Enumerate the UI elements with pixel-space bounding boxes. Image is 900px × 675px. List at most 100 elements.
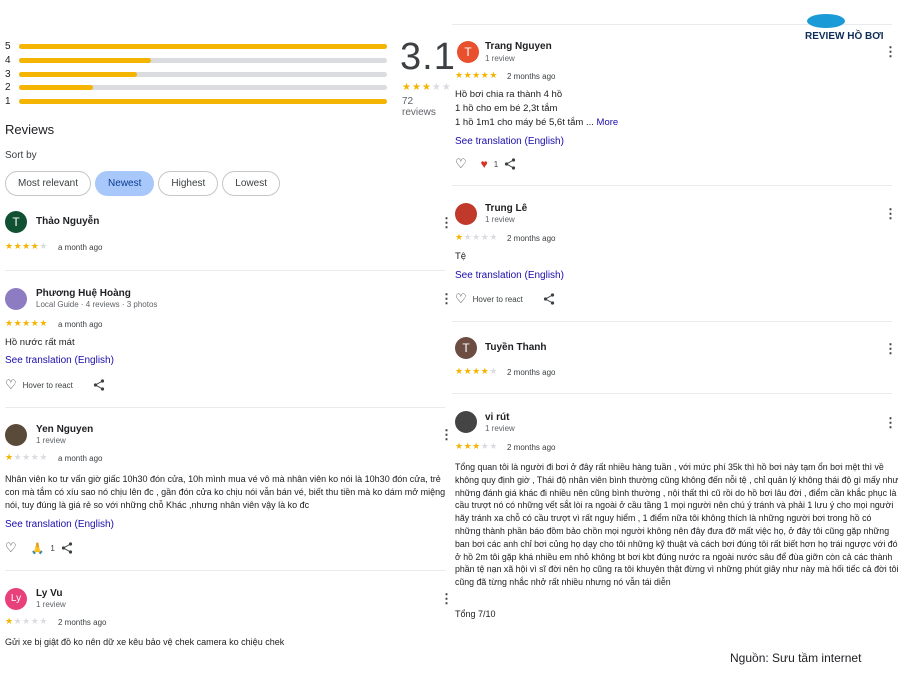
star-filled-icon: ★ bbox=[421, 82, 432, 93]
avatar[interactable]: T bbox=[455, 203, 477, 225]
review-stars: ★★★★★ bbox=[455, 70, 498, 81]
react-row: ♡ Hover to react bbox=[5, 377, 105, 393]
star-empty-icon: ★ bbox=[489, 441, 498, 451]
left-panel: 54321 3.1 ★★★★★ 72 reviews Reviews Sort … bbox=[0, 0, 455, 675]
review-count[interactable]: 72 reviews bbox=[402, 96, 448, 118]
review-date: 2 months ago bbox=[507, 443, 556, 452]
star-filled-icon: ★ bbox=[22, 318, 31, 328]
hover-to-react-label: Hover to react bbox=[22, 380, 73, 390]
reviewer-name[interactable]: vi rút bbox=[485, 412, 509, 423]
more-link[interactable]: More bbox=[597, 117, 619, 128]
sort-chip-newest[interactable]: Newest bbox=[95, 171, 155, 196]
histogram-row: 2 bbox=[5, 81, 387, 94]
more-options-icon[interactable]: ⋮ bbox=[884, 45, 897, 58]
share-icon[interactable] bbox=[61, 542, 73, 554]
avatar[interactable]: T bbox=[457, 41, 479, 63]
see-translation-link[interactable]: See translation (English) bbox=[5, 355, 114, 366]
star-filled-icon: ★ bbox=[455, 70, 464, 80]
star-empty-icon: ★ bbox=[22, 616, 31, 626]
sort-chip-lowest[interactable]: Lowest bbox=[222, 171, 280, 196]
heart-outline-icon[interactable]: ♡ bbox=[5, 540, 17, 556]
review-date: a month ago bbox=[58, 454, 103, 463]
review-ho-boi-logo: REVIEW HỒ BƠI bbox=[805, 14, 885, 44]
see-translation-link[interactable]: See translation (English) bbox=[455, 136, 564, 147]
heart-reaction-icon[interactable]: ♥ bbox=[481, 157, 488, 171]
heart-outline-icon[interactable]: ♡ bbox=[455, 291, 467, 307]
reaction-count: 1 bbox=[493, 159, 499, 169]
review-line: Hồ bơi chia ra thành 4 hồ bbox=[455, 89, 563, 100]
reviewer-name[interactable]: Phương Huệ Hoàng bbox=[36, 288, 131, 299]
avatar[interactable]: T bbox=[455, 337, 477, 359]
histogram-fill bbox=[19, 85, 93, 91]
star-filled-icon: ★ bbox=[5, 318, 14, 328]
histogram-label: 3 bbox=[5, 68, 11, 80]
review-date: 2 months ago bbox=[507, 234, 556, 243]
star-empty-icon: ★ bbox=[472, 232, 481, 242]
star-empty-icon: ★ bbox=[13, 616, 23, 626]
histogram-track bbox=[19, 57, 387, 63]
pray-reaction-icon[interactable]: 🙏 bbox=[31, 542, 45, 555]
review-footer: Tổng 7/10 bbox=[455, 609, 496, 619]
review-date: a month ago bbox=[58, 243, 103, 252]
histogram-row: 1 bbox=[5, 95, 387, 108]
review-line: 1 hồ cho em bé 2,3t tắm bbox=[455, 103, 558, 114]
share-icon[interactable] bbox=[504, 158, 516, 170]
heart-outline-icon[interactable]: ♡ bbox=[455, 156, 467, 172]
sort-chips: Most relevant Newest Highest Lowest bbox=[5, 171, 280, 196]
average-stars: ★★★★★ bbox=[402, 82, 452, 93]
see-translation-link[interactable]: See translation (English) bbox=[455, 270, 564, 281]
avatar[interactable]: T bbox=[5, 211, 27, 233]
sort-chip-most-relevant[interactable]: Most relevant bbox=[5, 171, 92, 196]
more-options-icon[interactable]: ⋮ bbox=[884, 416, 897, 429]
star-empty-icon: ★ bbox=[441, 82, 452, 93]
reviewer-meta: 1 review bbox=[36, 600, 66, 609]
star-empty-icon: ★ bbox=[489, 366, 498, 376]
histogram-label: 4 bbox=[5, 54, 11, 66]
star-filled-icon: ★ bbox=[489, 70, 498, 80]
histogram-fill bbox=[19, 44, 387, 49]
divider bbox=[5, 407, 445, 408]
more-options-icon[interactable]: ⋮ bbox=[884, 207, 897, 220]
sort-chip-highest[interactable]: Highest bbox=[158, 171, 219, 196]
reviewer-name[interactable]: Thảo Nguyễn bbox=[36, 216, 99, 227]
reviewer-meta: 1 review bbox=[485, 424, 515, 433]
star-empty-icon: ★ bbox=[431, 82, 442, 93]
reviewer-name[interactable]: Tuyền Thanh bbox=[485, 342, 546, 353]
reviewer-name[interactable]: Ly Vu bbox=[36, 588, 62, 599]
star-filled-icon: ★ bbox=[472, 441, 481, 451]
more-options-icon[interactable]: ⋮ bbox=[884, 342, 897, 355]
reviews-heading: Reviews bbox=[5, 122, 55, 137]
water-splash-icon bbox=[807, 14, 845, 28]
divider bbox=[452, 393, 892, 394]
share-icon[interactable] bbox=[93, 379, 105, 391]
review-date: 2 months ago bbox=[507, 368, 556, 377]
star-filled-icon: ★ bbox=[455, 366, 464, 376]
review-date: a month ago bbox=[58, 320, 103, 329]
histogram-row: 3 bbox=[5, 68, 387, 81]
star-empty-icon: ★ bbox=[13, 452, 23, 462]
review-text: Nhân viên ko tư vấn giờ giấc 10h30 đón c… bbox=[5, 474, 446, 510]
reaction-count: 1 bbox=[50, 543, 55, 553]
avatar[interactable]: Y bbox=[5, 424, 27, 446]
reviewer-meta: 1 review bbox=[485, 54, 515, 63]
avatar[interactable]: P bbox=[5, 288, 27, 310]
sort-label: Sort by bbox=[5, 150, 37, 161]
reviewer-name[interactable]: Trang Nguyen bbox=[485, 41, 552, 52]
avatar[interactable]: Ly bbox=[5, 588, 27, 610]
heart-outline-icon[interactable]: ♡ bbox=[5, 377, 17, 393]
histogram-row: 5 bbox=[5, 40, 387, 53]
avatar[interactable]: v bbox=[455, 411, 477, 433]
star-empty-icon: ★ bbox=[22, 452, 31, 462]
reviewer-name[interactable]: Trung Lê bbox=[485, 203, 527, 214]
divider bbox=[452, 185, 892, 186]
star-filled-icon: ★ bbox=[411, 82, 422, 93]
share-icon[interactable] bbox=[543, 293, 555, 305]
star-empty-icon: ★ bbox=[39, 616, 48, 626]
reviewer-meta: Local Guide · 4 reviews · 3 photos bbox=[36, 300, 158, 309]
average-rating: 3.1 bbox=[400, 36, 456, 78]
react-row: ♡ 🙏 1 bbox=[5, 540, 73, 556]
reviewer-name[interactable]: Yen Nguyen bbox=[36, 424, 93, 435]
see-translation-link[interactable]: See translation (English) bbox=[5, 519, 114, 530]
histogram-label: 2 bbox=[5, 82, 11, 94]
star-filled-icon: ★ bbox=[5, 241, 14, 251]
